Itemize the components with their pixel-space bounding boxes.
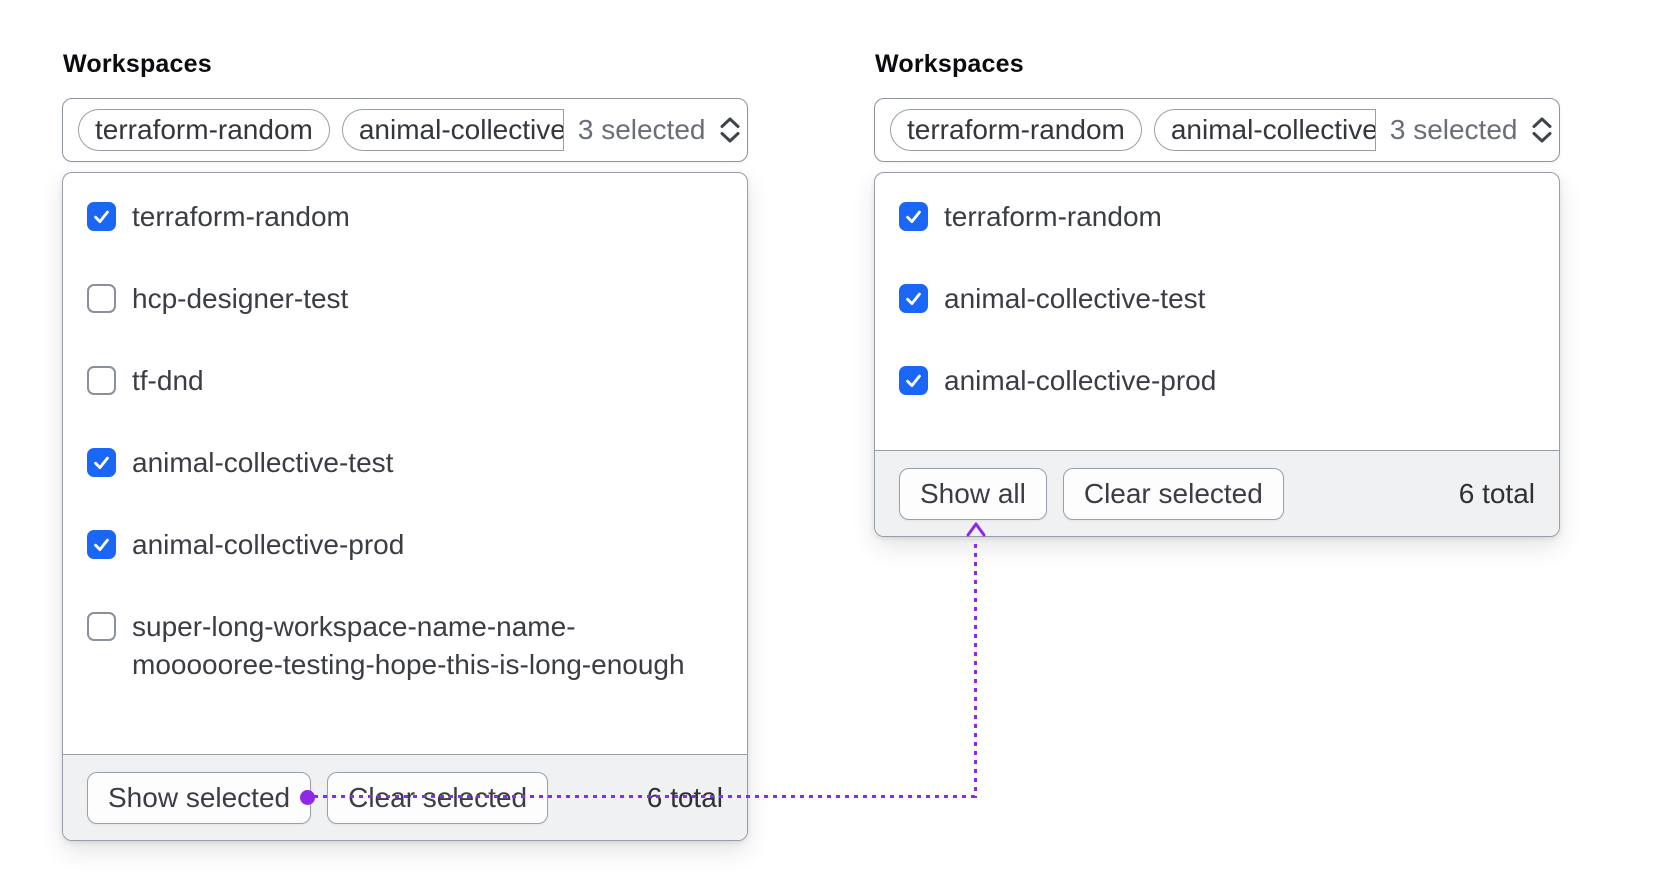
selected-pill-clipped: animal-collective [1153,109,1376,151]
check-icon [906,210,921,224]
dropdown-card: terraform-random animal-collective-test [874,172,1560,537]
show-selected-button[interactable]: Show selected [87,771,312,824]
selected-count: 3 selected [1389,114,1518,145]
workspace-option[interactable]: animal-collective-test [899,280,1535,318]
clear-selected-button[interactable]: Clear selected [1062,467,1284,520]
selected-pill-clipped: animal-collective [341,109,564,151]
checkbox[interactable] [87,530,116,559]
field-label: Workspaces [875,50,1024,78]
workspace-option[interactable]: tf-dnd [87,362,723,400]
checkbox[interactable] [87,448,116,477]
total-count: 6 total [1458,477,1535,509]
workspace-option[interactable]: terraform-random [87,198,723,236]
checkbox[interactable] [899,202,928,231]
workspace-option-label: tf-dnd [132,365,204,396]
workspace-option-label: animal-collective-test [944,283,1206,314]
checkbox[interactable] [87,284,116,313]
workspace-option-label: terraform-random [944,201,1162,232]
checkbox[interactable] [87,366,116,395]
multiselect-trigger[interactable]: terraform-random animal-collective 3 sel… [874,98,1560,162]
check-icon [94,456,109,470]
check-icon [94,210,109,224]
workspace-option-label: animal-collective-test [132,447,394,478]
checkbox[interactable] [899,284,928,313]
selected-pill: terraform-random [890,109,1142,151]
checkbox[interactable] [87,612,116,641]
multiselect-trigger[interactable]: terraform-random animal-collective 3 sel… [62,98,748,162]
workspace-option-label: animal-collective-prod [132,529,405,560]
workspace-option[interactable]: super-long-workspace-name-name-moooooree… [87,608,723,684]
caret-sort-icon [1529,115,1555,145]
workspace-option[interactable]: animal-collective-prod [899,362,1535,400]
field-label: Workspaces [63,50,212,78]
dropdown-card: terraform-random hcp-designer-test tf-dn… [62,172,748,841]
caret-sort-icon [717,115,743,145]
check-icon [94,538,109,552]
canvas: Workspaces terraform-random animal-colle… [0,0,1672,892]
checkbox[interactable] [899,366,928,395]
arrow-up-icon [966,521,986,543]
workspace-option[interactable]: terraform-random [899,198,1535,236]
workspace-option[interactable]: hcp-designer-test [87,280,723,318]
workspace-option-label: animal-collective-prod [944,365,1217,396]
show-all-button[interactable]: Show all [899,467,1047,520]
workspace-option-label: terraform-random [132,201,350,232]
check-icon [906,374,921,388]
connector-origin-dot [300,790,315,805]
connector-vertical-line [974,544,977,798]
workspace-option-label: hcp-designer-test [132,283,349,314]
check-icon [906,292,921,306]
selected-pill: terraform-random [78,109,330,151]
workspace-option-label: super-long-workspace-name-name-moooooree… [132,611,685,680]
selected-count: 3 selected [577,114,706,145]
workspace-option[interactable]: animal-collective-test [87,444,723,482]
workspace-options-list: terraform-random hcp-designer-test tf-dn… [63,173,747,684]
checkbox[interactable] [87,202,116,231]
workspace-options-list: terraform-random animal-collective-test [875,173,1559,400]
connector-horizontal-line [314,795,977,798]
workspace-option[interactable]: animal-collective-prod [87,526,723,564]
